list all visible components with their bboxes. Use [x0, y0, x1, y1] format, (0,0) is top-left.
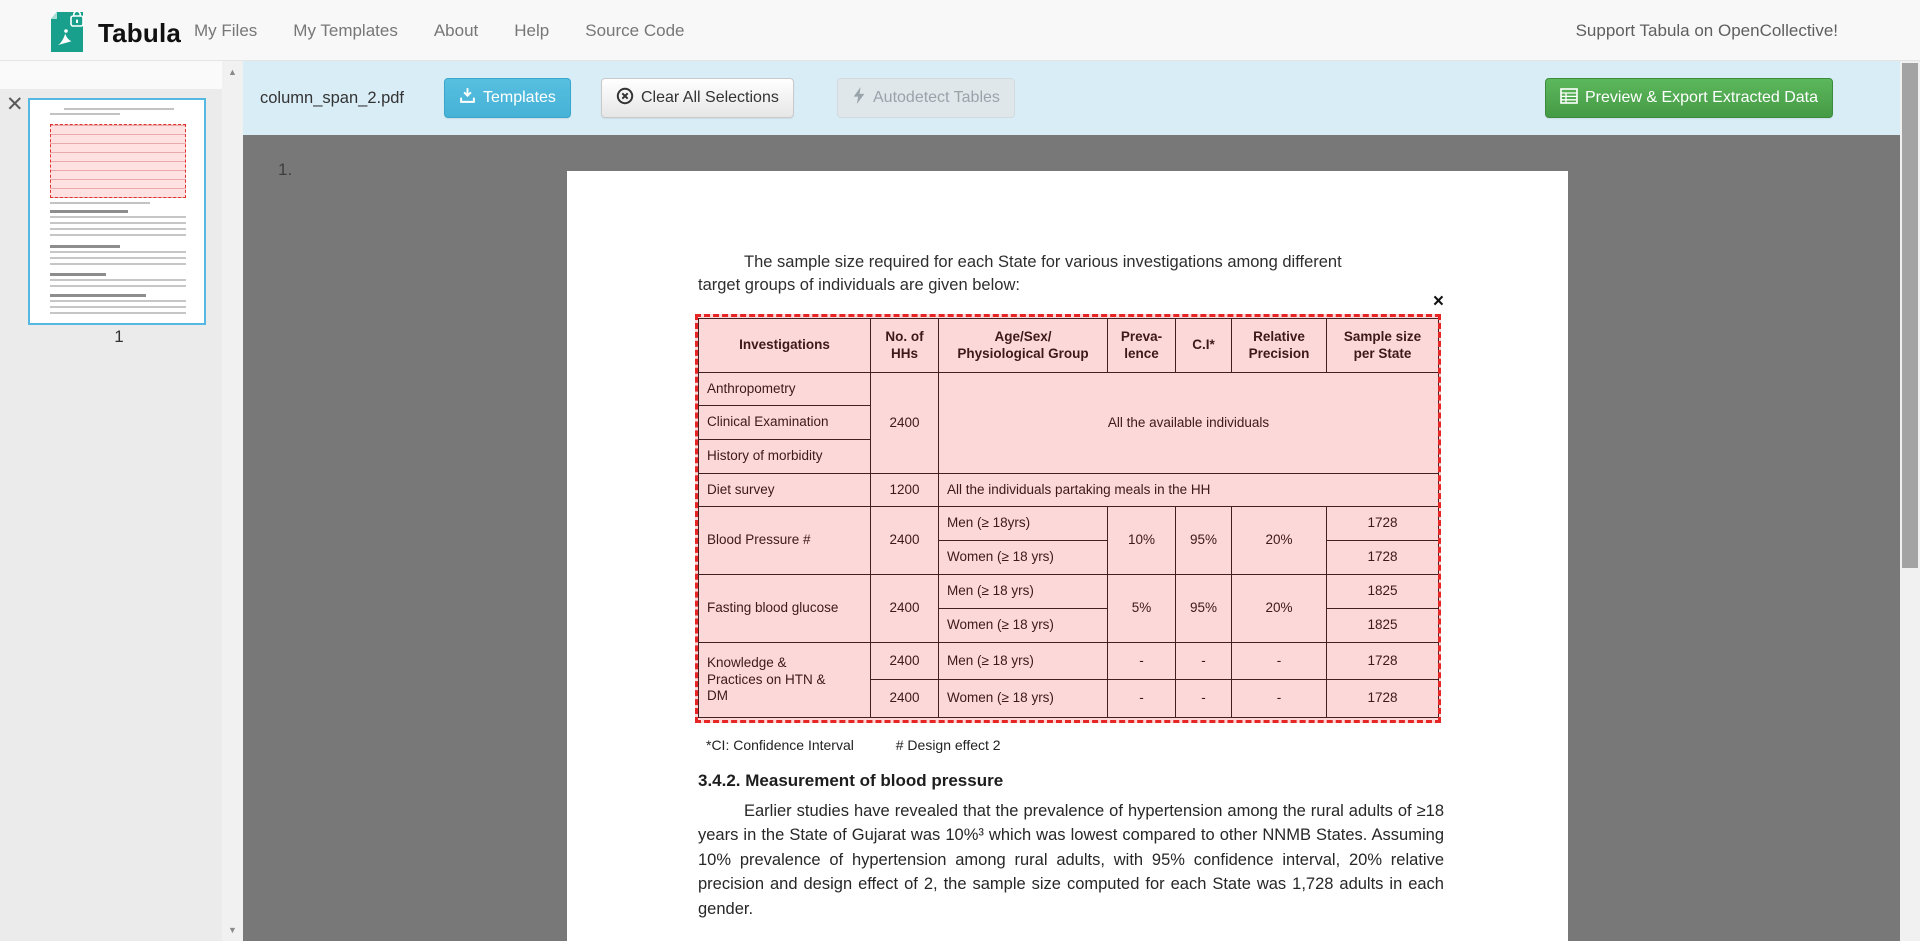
templates-button-label: Templates	[483, 89, 556, 107]
clear-all-selections-button[interactable]: Clear All Selections	[601, 78, 794, 118]
nav-item-about[interactable]: About	[434, 21, 478, 41]
mini-paragraph	[50, 300, 186, 316]
mini-selection-overlay	[50, 124, 186, 198]
remove-page-icon[interactable]: ✕	[6, 94, 24, 115]
export-button-label: Preview & Export Extracted Data	[1585, 89, 1818, 107]
mini-heading-line	[50, 210, 128, 213]
pdf-workspace: 1. The sample size required for each Sta…	[243, 135, 1900, 941]
selection-close-icon[interactable]: ×	[1433, 292, 1444, 311]
preview-export-button[interactable]: Preview & Export Extracted Data	[1545, 78, 1833, 118]
nav-item-source-code[interactable]: Source Code	[585, 21, 684, 41]
intro-text: The sample size required for each State …	[698, 251, 1448, 297]
mini-paragraph	[50, 251, 186, 269]
template-save-icon	[459, 87, 476, 109]
table-selection-overlay[interactable]: ×	[695, 314, 1441, 723]
sidebar-top-strip	[0, 61, 222, 89]
scroll-up-icon[interactable]: ▲	[222, 67, 243, 77]
autodetect-tables-button[interactable]: Autodetect Tables	[837, 78, 1015, 118]
templates-button[interactable]: Templates	[444, 78, 571, 118]
lightning-icon	[852, 87, 866, 109]
mini-heading-line	[50, 245, 120, 248]
brand-name: Tabula	[98, 18, 181, 49]
intro-line-1: The sample size required for each State …	[698, 251, 1448, 274]
nav-item-my-templates[interactable]: My Templates	[293, 21, 398, 41]
clear-circle-x-icon	[616, 87, 634, 110]
document-toolbar: column_span_2.pdf Templates Clear All Se…	[243, 61, 1900, 135]
mini-text-line	[50, 113, 120, 115]
mini-heading-line	[50, 294, 146, 297]
mini-text-line	[64, 108, 174, 110]
page-number-label: 1.	[278, 160, 292, 180]
scroll-down-icon[interactable]: ▼	[222, 925, 243, 935]
window-scrollbar[interactable]	[1900, 61, 1920, 941]
clear-button-label: Clear All Selections	[641, 89, 779, 107]
support-link[interactable]: Support Tabula on OpenCollective!	[1576, 0, 1838, 61]
page-thumbnail[interactable]	[28, 98, 206, 325]
nav-item-my-files[interactable]: My Files	[194, 21, 257, 41]
document-filename: column_span_2.pdf	[260, 61, 404, 135]
scrollbar-thumb[interactable]	[1902, 63, 1918, 568]
brand[interactable]: Tabula	[46, 8, 181, 59]
body-paragraph: Earlier studies have revealed that the p…	[698, 799, 1444, 921]
top-navbar: Tabula My Files My Templates About Help …	[0, 0, 1920, 61]
nav-links: My Files My Templates About Help Source …	[194, 0, 684, 61]
autodetect-button-label: Autodetect Tables	[873, 89, 1000, 107]
mini-paragraph	[50, 216, 186, 240]
sidebar-scrollbar[interactable]: ▲ ▼	[222, 61, 243, 941]
footnote-ci: *CI: Confidence Interval	[706, 737, 854, 753]
intro-line-2: target groups of individuals are given b…	[698, 274, 1448, 297]
footnote-design-effect: # Design effect 2	[896, 737, 1001, 753]
spreadsheet-icon	[1560, 88, 1578, 109]
mini-heading-line	[50, 273, 106, 276]
mini-paragraph	[50, 279, 186, 291]
table-footnotes: *CI: Confidence Interval # Design effect…	[706, 737, 1001, 753]
pdf-page[interactable]: The sample size required for each State …	[567, 171, 1568, 941]
thumbnail-page-number: 1	[28, 327, 210, 347]
tabula-logo-icon	[46, 8, 88, 59]
nav-item-help[interactable]: Help	[514, 21, 549, 41]
page-thumbnail-sidebar: ✕ 1 ▲ ▼	[0, 61, 243, 941]
section-heading: 3.4.2. Measurement of blood pressure	[698, 771, 1003, 791]
mini-text-line	[50, 202, 150, 204]
